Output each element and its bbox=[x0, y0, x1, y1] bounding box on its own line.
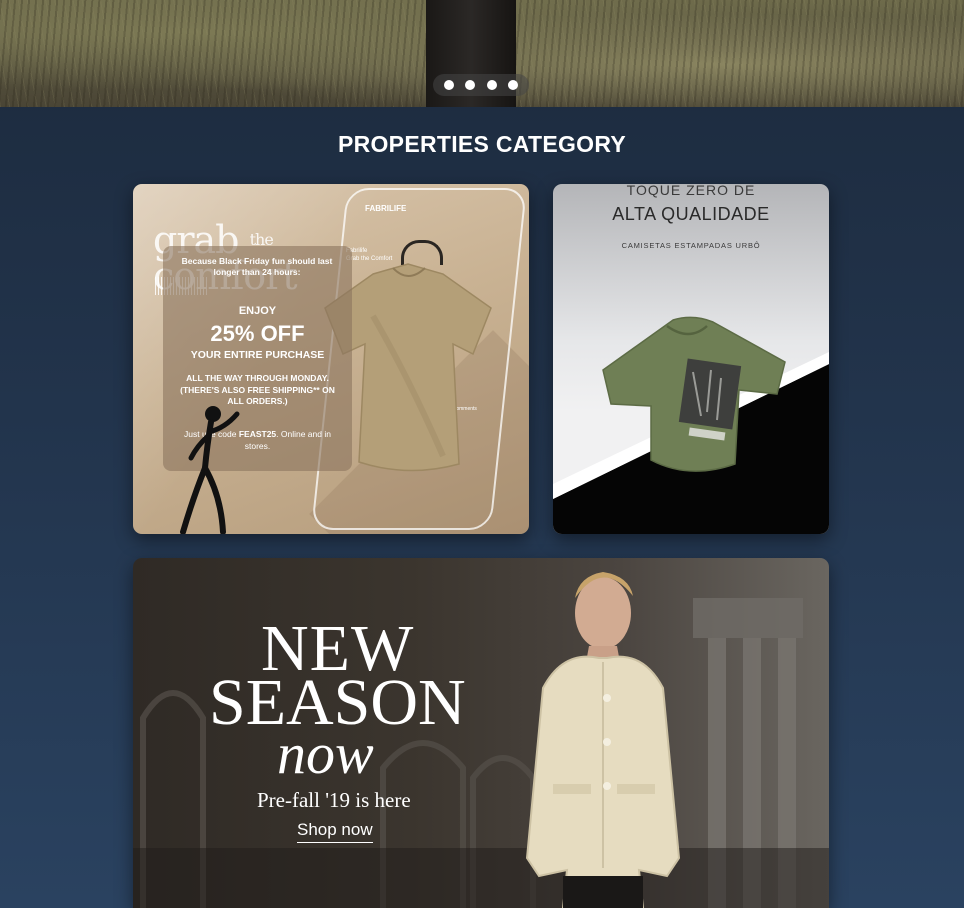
card-black-friday-promo[interactable]: FABRILIFE Fabrilife Grab the Comfort 965… bbox=[133, 184, 529, 534]
section-title: PROPERTIES CATEGORY bbox=[337, 131, 627, 157]
shirt-heading-line1: TOQUE ZERO DE bbox=[626, 184, 756, 198]
promo-details-text: ALL THE WAY THROUGH MONDAY. (THERE'S ALS… bbox=[180, 373, 335, 406]
hero-carousel[interactable] bbox=[0, 0, 964, 107]
carousel-indicators bbox=[433, 74, 529, 96]
folded-olive-shirt-image bbox=[602, 316, 786, 472]
model-in-cream-jacket-image bbox=[525, 572, 681, 908]
card-urbo-shirt[interactable]: TOQUE ZERO DE ALTA QUALIDADE CAMISETAS E… bbox=[553, 184, 829, 534]
carousel-dot-1[interactable] bbox=[444, 80, 455, 90]
card-new-season[interactable]: NEW SEASON now Pre-fall '19 is here Shop… bbox=[133, 558, 829, 908]
carousel-dot-2[interactable] bbox=[465, 80, 476, 90]
phone-user-name: Fabrilife bbox=[346, 248, 368, 254]
phone-brand-label: FABRILIFE bbox=[365, 204, 407, 213]
carousel-dot-4[interactable] bbox=[507, 80, 518, 90]
shirt-heading-line2: ALTA QUALIDADE bbox=[612, 204, 770, 224]
promo-intro-text: Because Black Friday fun should last lon… bbox=[181, 256, 333, 277]
promo-discount-text: 25% OFF bbox=[210, 321, 305, 346]
stick-figure-sculpture bbox=[180, 406, 240, 534]
carousel-dot-3[interactable] bbox=[486, 80, 497, 90]
promo-purchase-text: YOUR ENTIRE PURCHASE bbox=[190, 349, 325, 361]
shirt-subheading: CAMISETAS ESTAMPADAS URBÔ bbox=[621, 241, 761, 250]
headline-now: now bbox=[277, 721, 374, 786]
shop-now-link[interactable]: Shop now bbox=[297, 820, 373, 843]
promo-enjoy-text: ENJOY bbox=[238, 305, 277, 317]
pre-fall-subtitle: Pre-fall '19 is here bbox=[257, 788, 411, 812]
